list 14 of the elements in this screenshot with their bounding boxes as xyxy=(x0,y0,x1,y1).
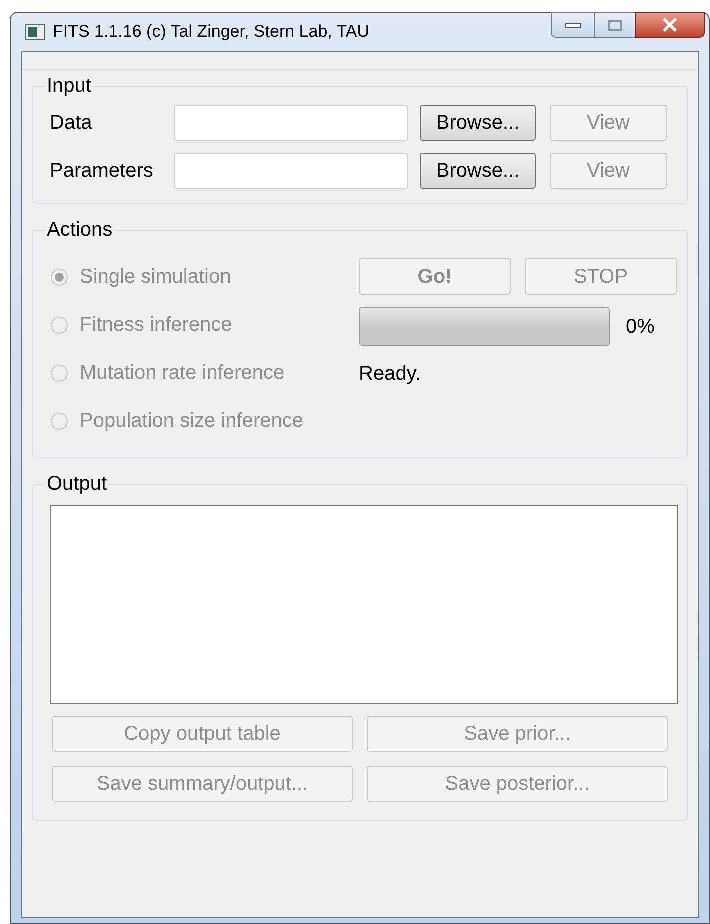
path-field[interactable] xyxy=(174,153,408,189)
progress-reading: 0% xyxy=(626,314,655,340)
app-icon xyxy=(25,24,45,40)
path-field[interactable] xyxy=(174,105,408,141)
close-button[interactable] xyxy=(635,12,705,38)
maximize-button[interactable] xyxy=(595,12,635,38)
field-label: Parameters xyxy=(49,159,154,184)
status-text: Ready. xyxy=(359,362,422,387)
field-label: Data xyxy=(49,111,94,136)
push-button[interactable]: Browse... xyxy=(420,153,536,189)
close-icon xyxy=(662,18,678,32)
window-title: FITS 1.1.16 (c) Tal Zinger, Stern Lab, TAU xyxy=(53,21,370,44)
push-button[interactable]: Browse... xyxy=(420,105,536,141)
minimize-button[interactable] xyxy=(551,12,595,38)
